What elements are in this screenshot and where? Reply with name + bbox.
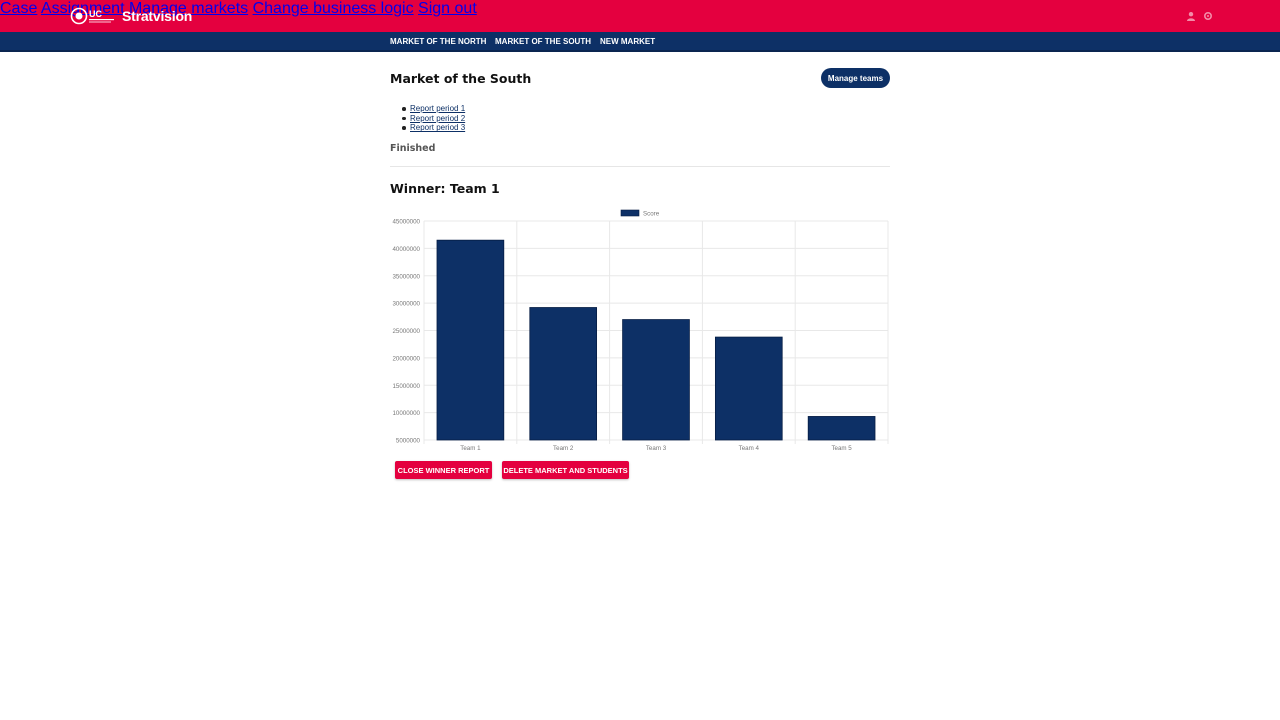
list-item: Report period 1 [401,104,465,114]
y-tick-label: 25000000 [392,328,420,335]
report-list: Report period 1 Report period 2 Report p… [401,104,465,133]
x-tick-label: Team 4 [739,445,760,452]
svg-text:UC: UC [89,9,102,19]
y-tick-label: 35000000 [392,273,420,280]
score-bar-chart: 5000000 10000000 15000000 20000000 25000000 3… [392,209,889,452]
report-link-1[interactable]: Report period 1 [410,104,465,113]
y-tick-label: 5000000 [396,438,421,445]
x-tick-label: Team 2 [553,445,574,452]
x-tick-label: Team 5 [831,445,852,452]
bar-team-2 [529,307,598,441]
settings-icon[interactable] [1203,11,1213,21]
list-item: Report period 3 [401,123,465,133]
tab-new-market[interactable]: NEW MARKET [600,37,655,46]
legend-swatch[interactable] [620,209,640,217]
nav-case[interactable]: Case [0,0,37,17]
page-title: Market of the South [390,71,532,86]
brand-name[interactable]: Stratvision [122,8,192,24]
user-icon[interactable] [1186,11,1196,21]
x-tick-label: Team 3 [646,445,667,452]
y-tick-label: 20000000 [392,355,420,362]
y-tick-label: 45000000 [392,219,420,226]
y-tick-label: 10000000 [392,410,420,417]
list-item: Report period 2 [401,114,465,124]
bar-team-3 [622,319,690,441]
top-header: UC Stratvision Case Assignment Manage ma… [0,0,1280,32]
divider [390,166,890,167]
score-chart-container: 5000000 10000000 15000000 20000000 25000000 3… [380,205,900,460]
winner-heading: Winner: Team 1 [390,181,500,196]
y-tick-label: 40000000 [392,246,420,253]
markets-nav: MARKET OF THE NORTH MARKET OF THE SOUTH … [0,32,1280,52]
tab-market-south[interactable]: MARKET OF THE SOUTH [495,37,591,46]
report-link-3[interactable]: Report period 3 [410,123,465,132]
y-tick-label: 15000000 [392,383,420,390]
market-status: Finished [390,143,436,154]
y-tick-label: 30000000 [392,301,420,308]
university-logo[interactable]: UC [70,7,116,25]
tab-market-north[interactable]: MARKET OF THE NORTH [390,37,486,46]
report-link-2[interactable]: Report period 2 [410,114,465,123]
bar-team-5 [807,416,876,441]
manage-teams-button[interactable]: Manage teams [821,68,890,88]
nav-sign-out[interactable]: Sign out [418,0,477,17]
bar-team-4 [714,336,783,441]
delete-market-button[interactable]: DELETE MARKET AND STUDENTS [502,461,629,479]
nav-change-business-logic[interactable]: Change business logic [253,0,414,17]
bar-team-1 [436,239,505,441]
close-winner-report-button[interactable]: CLOSE WINNER REPORT [395,461,492,479]
x-tick-label: Team 1 [460,445,481,452]
legend-label[interactable]: Score [643,211,660,218]
